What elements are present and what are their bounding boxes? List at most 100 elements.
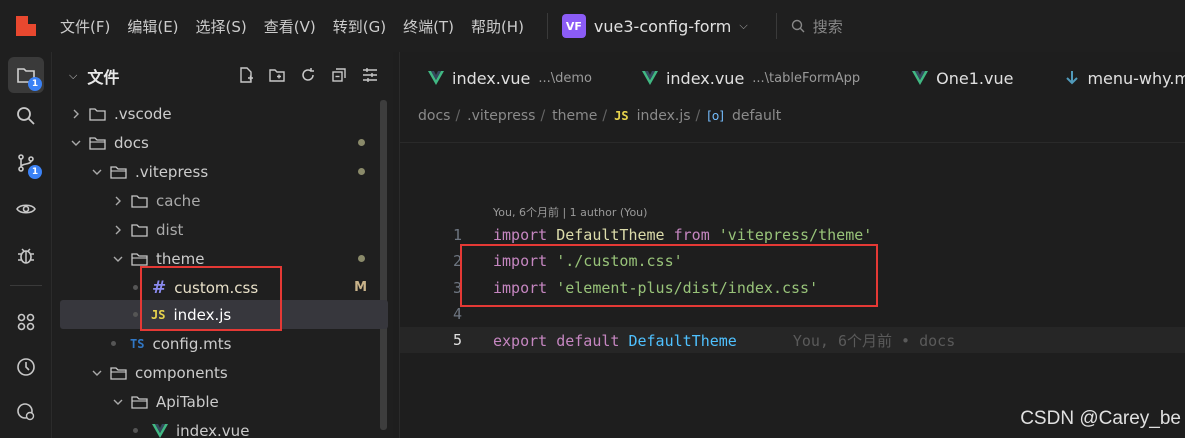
chevron-right-icon [111, 196, 125, 206]
watermark: CSDN @Carey_be [1020, 408, 1181, 429]
tab-menu-why-md[interactable]: menu-why.md [1065, 69, 1185, 88]
breadcrumb-item[interactable]: docs [418, 108, 450, 124]
folder-open-icon [89, 136, 106, 150]
source-control-button[interactable]: 1 [8, 145, 44, 181]
breadcrumb-item[interactable]: index.js [637, 108, 691, 124]
tree-item-label: config.mts [152, 334, 232, 353]
indent-guide-dot [133, 312, 138, 317]
title-divider-2 [775, 13, 777, 39]
menu-go[interactable]: 转到(G) [333, 16, 386, 37]
tree-item-index-vue[interactable]: index.vue [53, 416, 383, 438]
modified-dot [358, 139, 365, 146]
project-badge[interactable]: VF [561, 14, 586, 38]
activity-separator [10, 285, 42, 286]
breadcrumb-item[interactable]: theme [552, 108, 597, 124]
annotation-highlight-imports [460, 244, 878, 307]
code-text: import DefaultTheme from 'vitepress/them… [493, 226, 873, 244]
tree-item-dist[interactable]: dist [53, 215, 383, 244]
tab-label: menu-why.md [1087, 68, 1185, 88]
chevron-down-icon[interactable]: ⌵ [739, 19, 747, 33]
new-folder-icon[interactable] [268, 66, 286, 84]
tab-label: index.vue [665, 68, 745, 88]
tree-item-label: dist [156, 220, 184, 239]
chevron-down-icon [90, 168, 104, 176]
ts-file-icon: TS [130, 336, 145, 351]
chevron-down-icon [69, 139, 83, 147]
scm-badge: 1 [28, 165, 42, 179]
tree-item-apitable[interactable]: ApiTable [53, 387, 383, 416]
line-number: 2 [452, 252, 462, 270]
menu-edit[interactable]: 编辑(E) [127, 16, 178, 37]
indent-guide-dot [133, 428, 138, 433]
debug-button[interactable] [8, 238, 44, 274]
app-logo [16, 16, 36, 36]
menu-terminal[interactable]: 终端(T) [403, 16, 454, 37]
extensions-button[interactable] [8, 304, 44, 340]
filter-settings-icon[interactable] [361, 66, 379, 84]
tree-item-vitepress[interactable]: .vitepress [53, 157, 383, 186]
breadcrumb: docs / .vitepress / theme / JS index.js / [o… [418, 108, 782, 124]
modified-dot [358, 255, 365, 262]
menu-selection[interactable]: 选择(S) [196, 16, 247, 37]
code-line-5[interactable]: 5 export default DefaultTheme You, 6个月前 •… [400, 327, 1185, 353]
symbol-variable-icon: [o] [707, 109, 724, 123]
tab-one1-vue[interactable]: One1.vue [912, 69, 1013, 88]
timeline-button[interactable] [8, 349, 44, 385]
collapse-all-icon[interactable] [330, 66, 348, 84]
breadcrumb-item[interactable]: default [732, 108, 781, 124]
tab-label: One1.vue [936, 68, 1014, 88]
indent-guide-dot [133, 285, 138, 290]
editor-tabs: index.vue ...\demo index.vue ...\tableFo… [400, 52, 1185, 104]
title-divider [546, 13, 548, 39]
search-placeholder: 搜索 [812, 17, 843, 36]
menu-help[interactable]: 帮助(H) [471, 16, 524, 37]
search-button[interactable] [8, 98, 44, 134]
editor-area: index.vue ...\demo index.vue ...\tableFo… [399, 52, 1185, 438]
tab-label: index.vue [452, 68, 531, 88]
command-search[interactable]: 搜索 [791, 16, 843, 37]
chevron-down-icon[interactable]: ⌵ [69, 69, 77, 83]
markdown-icon [1066, 71, 1079, 85]
chevron-right-icon [69, 109, 83, 119]
tree-item-config-mts[interactable]: TS config.mts [53, 329, 383, 358]
vue-icon [152, 423, 168, 438]
line-number: 5 [452, 331, 462, 349]
codelens-blame[interactable]: You, 6个月前 | 1 author (You) [493, 204, 647, 220]
explorer-button[interactable]: 1 [8, 57, 44, 93]
vue-icon [428, 71, 444, 85]
chevron-down-icon [90, 369, 104, 377]
folder-open-icon [131, 395, 148, 409]
tree-item-vscode[interactable]: .vscode [53, 99, 383, 128]
folder-open-icon [131, 252, 148, 266]
menu-view[interactable]: 查看(V) [264, 16, 316, 37]
project-name[interactable]: vue3-config-form [594, 17, 731, 36]
menu-file[interactable]: 文件(F) [60, 16, 110, 37]
folder-open-icon [110, 165, 127, 179]
title-bar: 文件(F) 编辑(E) 选择(S) 查看(V) 转到(G) 终端(T) 帮助(H… [0, 0, 1185, 52]
extensions-icon [17, 313, 35, 331]
explorer-badge: 1 [28, 77, 42, 91]
tree-item-cache[interactable]: cache [53, 186, 383, 215]
tab-index-vue-demo[interactable]: index.vue ...\demo [428, 69, 592, 88]
line-number: 4 [452, 305, 462, 323]
explorer-title: 文件 [87, 68, 120, 87]
tree-item-components[interactable]: components [53, 358, 383, 387]
breadcrumb-item[interactable]: .vitepress [467, 108, 535, 124]
remote-explorer-button[interactable] [8, 191, 44, 227]
tree-item-label: theme [156, 249, 205, 268]
refresh-icon[interactable] [299, 66, 317, 84]
breadcrumb-divider [400, 142, 1185, 143]
chevron-down-icon [111, 398, 125, 406]
tree-item-label: .vscode [114, 104, 172, 123]
tab-index-vue-tableformapp[interactable]: index.vue ...\tableFormApp [641, 68, 861, 88]
tree-item-label: index.vue [176, 421, 250, 438]
tree-item-docs[interactable]: docs [53, 128, 383, 157]
inline-blame: You, 6个月前 • docs [792, 331, 956, 350]
folder-icon [131, 223, 148, 237]
modified-dot [358, 168, 365, 175]
tab-path: ...\tableFormApp [752, 70, 861, 86]
tree-item-label: components [135, 363, 228, 382]
settings-sync-button[interactable] [8, 394, 44, 430]
js-file-icon: JS [614, 109, 629, 123]
new-file-icon[interactable] [237, 66, 255, 84]
